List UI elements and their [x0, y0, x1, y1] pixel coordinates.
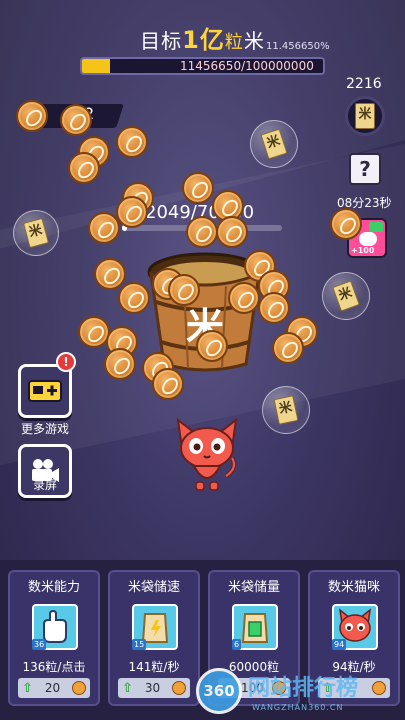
rice-coin[interactable]: [216, 216, 248, 248]
rice-coin[interactable]: [182, 172, 214, 204]
rice-bag-capacity-icon: 6: [232, 604, 278, 650]
record-screen-label: 录屏: [32, 478, 57, 492]
rice-coin[interactable]: [118, 282, 150, 314]
rice-coin[interactable]: [168, 274, 200, 306]
coin-icon: [372, 681, 386, 695]
coin-icon: [72, 681, 86, 695]
upgrade-card-rice-ability[interactable]: 数米能力 36 136粒/点击 ⇧ 20: [8, 570, 100, 706]
upgrade-button[interactable]: ⇧ 30: [118, 678, 190, 698]
goal-progress-text: 11456650/100000000: [180, 59, 314, 73]
mystery-box-icon[interactable]: ?: [349, 153, 381, 185]
rice-coin[interactable]: [196, 330, 228, 362]
goal-title: 目标1亿粒米: [0, 20, 405, 55]
more-games-button[interactable]: [18, 364, 72, 418]
rice-ticket-icon: 米: [355, 103, 375, 129]
rice-bubble[interactable]: 米: [13, 210, 59, 256]
watermark-logo: 360: [196, 668, 242, 714]
game-stage[interactable]: 目标1亿粒米 11.456650% 11456650/100000000 2 2…: [0, 0, 405, 720]
rice-coin[interactable]: [152, 368, 184, 400]
rice-coin[interactable]: [228, 282, 260, 314]
card-level: 36: [32, 639, 47, 650]
card-stat: 141粒/秒: [128, 660, 180, 674]
arrow-up-icon: ⇧: [22, 680, 33, 696]
rice-coin[interactable]: [16, 100, 48, 132]
video-reward-amount: +100: [351, 246, 375, 255]
card-title: 数米能力: [27, 580, 80, 595]
rice-coin[interactable]: [60, 104, 92, 136]
cloud-icon: [359, 232, 377, 246]
counting-cat[interactable]: [174, 418, 240, 492]
rice-coin[interactable]: [258, 292, 290, 324]
goal-amount: 1亿: [182, 26, 225, 54]
card-title: 米袋储量: [227, 580, 280, 595]
rice-bubble[interactable]: 米: [262, 386, 310, 434]
card-stat: 136粒/点击: [22, 660, 86, 674]
watermark-text: 网站排行榜: [248, 676, 359, 701]
goal-progress-fill: [82, 59, 110, 73]
cat-icon: 94: [332, 604, 378, 650]
rice-coin[interactable]: [88, 212, 120, 244]
card-level: 15: [132, 639, 147, 650]
rice-bubble[interactable]: 米: [250, 120, 298, 168]
rice-coin[interactable]: [94, 258, 126, 290]
watermark-subtext: WANGZHAN360.CN: [252, 703, 344, 712]
rice-coin[interactable]: [330, 208, 362, 240]
rice-coin[interactable]: [186, 216, 218, 248]
rice-ticket-icon: 米: [260, 128, 288, 160]
hand-icon: 36: [32, 604, 78, 650]
rice-count: 2216: [346, 76, 382, 92]
upgrade-button[interactable]: ⇧ 20: [18, 678, 90, 698]
rice-coin[interactable]: [116, 126, 148, 158]
goal-percent: 11.456650%: [266, 41, 330, 52]
goal-prefix: 目标: [140, 29, 183, 53]
arrow-up-icon: ⇧: [122, 680, 133, 696]
rice-coin[interactable]: [104, 348, 136, 380]
rice-bag-speed-icon: 15: [132, 604, 178, 650]
rice-coin[interactable]: [272, 332, 304, 364]
rice-ticket-icon: 米: [273, 395, 299, 425]
goal-suffix: 米: [243, 29, 265, 53]
upgrade-cost: 20: [44, 681, 61, 695]
card-title: 米袋储速: [127, 580, 180, 595]
rice-ticket-icon: 米: [332, 280, 360, 312]
rice-coin[interactable]: [116, 196, 148, 228]
alert-badge: !: [56, 352, 76, 372]
rice-badge-button[interactable]: 米: [345, 96, 385, 136]
coin-icon: [172, 681, 186, 695]
goal-unit: 粒: [224, 32, 244, 53]
rice-coin[interactable]: [68, 152, 100, 184]
more-games-label: 更多游戏: [20, 422, 69, 436]
rice-ticket-icon: 米: [22, 217, 50, 249]
rice-bubble[interactable]: 米: [322, 272, 370, 320]
card-level: 6: [232, 639, 242, 650]
card-title: 数米猫咪: [327, 580, 380, 595]
goal-progress-bar: 11456650/100000000: [80, 57, 325, 75]
upgrade-cost: 30: [144, 681, 161, 695]
video-camera-icon: [369, 222, 383, 232]
card-level: 94: [332, 639, 347, 650]
gamepad-icon: [28, 380, 62, 402]
upgrade-card-bag-speed[interactable]: 米袋储速 15 141粒/秒 ⇧ 30: [108, 570, 200, 706]
